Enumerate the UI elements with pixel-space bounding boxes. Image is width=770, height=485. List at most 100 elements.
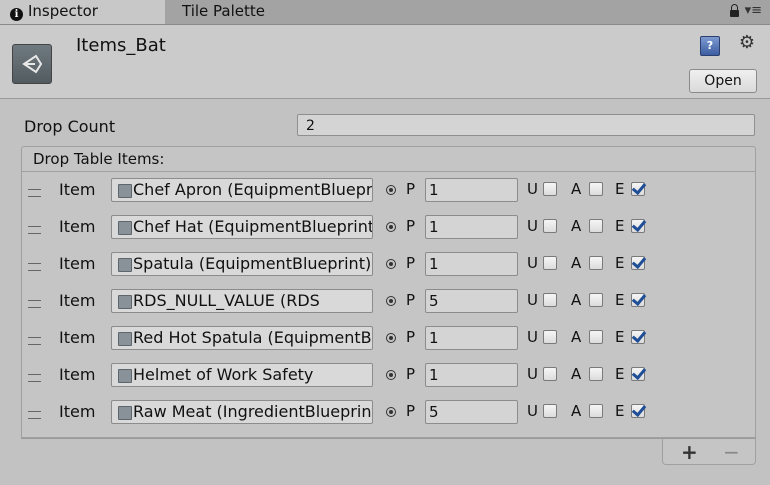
probability-field[interactable]: 5 <box>425 289 518 313</box>
enabled-checkbox[interactable] <box>631 256 645 270</box>
item-object-name: Spatula (EquipmentBlueprint) <box>133 254 372 273</box>
item-label: Item <box>59 328 96 347</box>
drag-handle-icon[interactable] <box>28 189 41 197</box>
enabled-checkbox[interactable] <box>631 330 645 344</box>
scriptable-object-icon <box>118 369 132 383</box>
probability-label: P <box>406 217 416 235</box>
enabled-label: E <box>615 180 625 198</box>
drop-table-header: Drop Table Items: <box>21 146 756 172</box>
unique-label: U <box>527 402 538 420</box>
always-label: A <box>571 180 582 198</box>
add-item-button[interactable]: + <box>681 440 698 464</box>
unique-checkbox[interactable] <box>543 404 557 418</box>
item-object-field[interactable]: Helmet of Work Safety <box>111 363 373 387</box>
unique-label: U <box>527 180 538 198</box>
probability-field[interactable]: 1 <box>425 178 518 202</box>
item-object-field[interactable]: Spatula (EquipmentBlueprint) <box>111 252 373 276</box>
tab-tools: ▾≡ <box>729 3 762 21</box>
tab-inspector-label: Inspector <box>28 2 98 20</box>
item-object-name: RDS_NULL_VALUE (RDS <box>133 291 320 310</box>
probability-field[interactable]: 1 <box>425 326 518 350</box>
object-picker-icon[interactable] <box>386 407 396 417</box>
unique-label: U <box>527 328 538 346</box>
always-checkbox[interactable] <box>589 367 603 381</box>
drop-count-field[interactable]: 2 <box>297 114 755 136</box>
scriptable-object-icon <box>118 332 132 346</box>
probability-field[interactable]: 1 <box>425 215 518 239</box>
remove-item-button[interactable]: − <box>723 440 740 464</box>
object-picker-icon[interactable] <box>386 333 396 343</box>
probability-label: P <box>406 180 416 198</box>
table-row: Item Spatula (EquipmentBlueprint) P 1 U … <box>22 250 757 280</box>
enabled-checkbox[interactable] <box>631 182 645 196</box>
unique-checkbox[interactable] <box>543 182 557 196</box>
always-label: A <box>571 328 582 346</box>
tab-menu-icon[interactable]: ▾≡ <box>745 3 762 18</box>
always-checkbox[interactable] <box>589 219 603 233</box>
object-picker-icon[interactable] <box>386 185 396 195</box>
item-object-field[interactable]: Raw Meat (IngredientBlueprint) <box>111 400 373 424</box>
unique-checkbox[interactable] <box>543 330 557 344</box>
always-checkbox[interactable] <box>589 330 603 344</box>
table-row: Item Helmet of Work Safety P 1 U A E <box>22 361 757 391</box>
tab-tile-palette-label: Tile Palette <box>182 2 265 20</box>
unique-checkbox[interactable] <box>543 367 557 381</box>
always-label: A <box>571 217 582 235</box>
item-label: Item <box>59 180 96 199</box>
scriptable-object-icon <box>118 258 132 272</box>
probability-label: P <box>406 291 416 309</box>
always-label: A <box>571 402 582 420</box>
table-row: Item Raw Meat (IngredientBlueprint) P 5 … <box>22 398 757 428</box>
item-label: Item <box>59 365 96 384</box>
scriptable-object-icon <box>118 406 132 420</box>
tab-bar: i Inspector Tile Palette ▾≡ <box>0 0 770 25</box>
tab-inspector[interactable]: i Inspector <box>0 0 166 24</box>
drag-handle-icon[interactable] <box>28 374 41 382</box>
probability-field[interactable]: 5 <box>425 400 518 424</box>
drag-handle-icon[interactable] <box>28 300 41 308</box>
item-object-name: Red Hot Spatula (EquipmentBlueprint) <box>133 328 372 347</box>
item-object-name: Chef Hat (EquipmentBlueprint) <box>133 217 373 236</box>
always-checkbox[interactable] <box>589 293 603 307</box>
always-checkbox[interactable] <box>589 182 603 196</box>
item-object-field[interactable]: RDS_NULL_VALUE (RDS <box>111 289 373 313</box>
unique-checkbox[interactable] <box>543 219 557 233</box>
unique-label: U <box>527 217 538 235</box>
unique-checkbox[interactable] <box>543 256 557 270</box>
object-picker-icon[interactable] <box>386 222 396 232</box>
scriptable-object-icon <box>118 184 132 198</box>
drag-handle-icon[interactable] <box>28 226 41 234</box>
probability-field[interactable]: 1 <box>425 252 518 276</box>
item-object-field[interactable]: Chef Apron (EquipmentBlueprint) <box>111 178 373 202</box>
enabled-checkbox[interactable] <box>631 293 645 307</box>
drag-handle-icon[interactable] <box>28 411 41 419</box>
item-label: Item <box>59 254 96 273</box>
drag-handle-icon[interactable] <box>28 337 41 345</box>
help-book-icon[interactable]: ? <box>700 36 720 56</box>
enabled-checkbox[interactable] <box>631 404 645 418</box>
item-object-name: Chef Apron (EquipmentBlueprint) <box>133 180 373 199</box>
probability-field[interactable]: 1 <box>425 363 518 387</box>
table-row: Item Red Hot Spatula (EquipmentBlueprint… <box>22 324 757 354</box>
open-button[interactable]: Open <box>689 69 757 93</box>
probability-label: P <box>406 365 416 383</box>
drop-table-title: Drop Table Items: <box>33 150 165 168</box>
item-object-field[interactable]: Red Hot Spatula (EquipmentBlueprint) <box>111 326 373 350</box>
item-object-field[interactable]: Chef Hat (EquipmentBlueprint) <box>111 215 373 239</box>
object-picker-icon[interactable] <box>386 370 396 380</box>
enabled-checkbox[interactable] <box>631 367 645 381</box>
always-checkbox[interactable] <box>589 404 603 418</box>
drag-handle-icon[interactable] <box>28 263 41 271</box>
tab-tile-palette[interactable]: Tile Palette <box>165 0 342 24</box>
object-picker-icon[interactable] <box>386 296 396 306</box>
unique-checkbox[interactable] <box>543 293 557 307</box>
always-label: A <box>571 291 582 309</box>
enabled-checkbox[interactable] <box>631 219 645 233</box>
drop-count-label: Drop Count <box>24 117 116 136</box>
item-label: Item <box>59 402 96 421</box>
always-checkbox[interactable] <box>589 256 603 270</box>
gear-icon[interactable]: ⚙ <box>739 33 755 53</box>
object-picker-icon[interactable] <box>386 259 396 269</box>
enabled-label: E <box>615 217 625 235</box>
lock-icon[interactable] <box>729 4 739 17</box>
